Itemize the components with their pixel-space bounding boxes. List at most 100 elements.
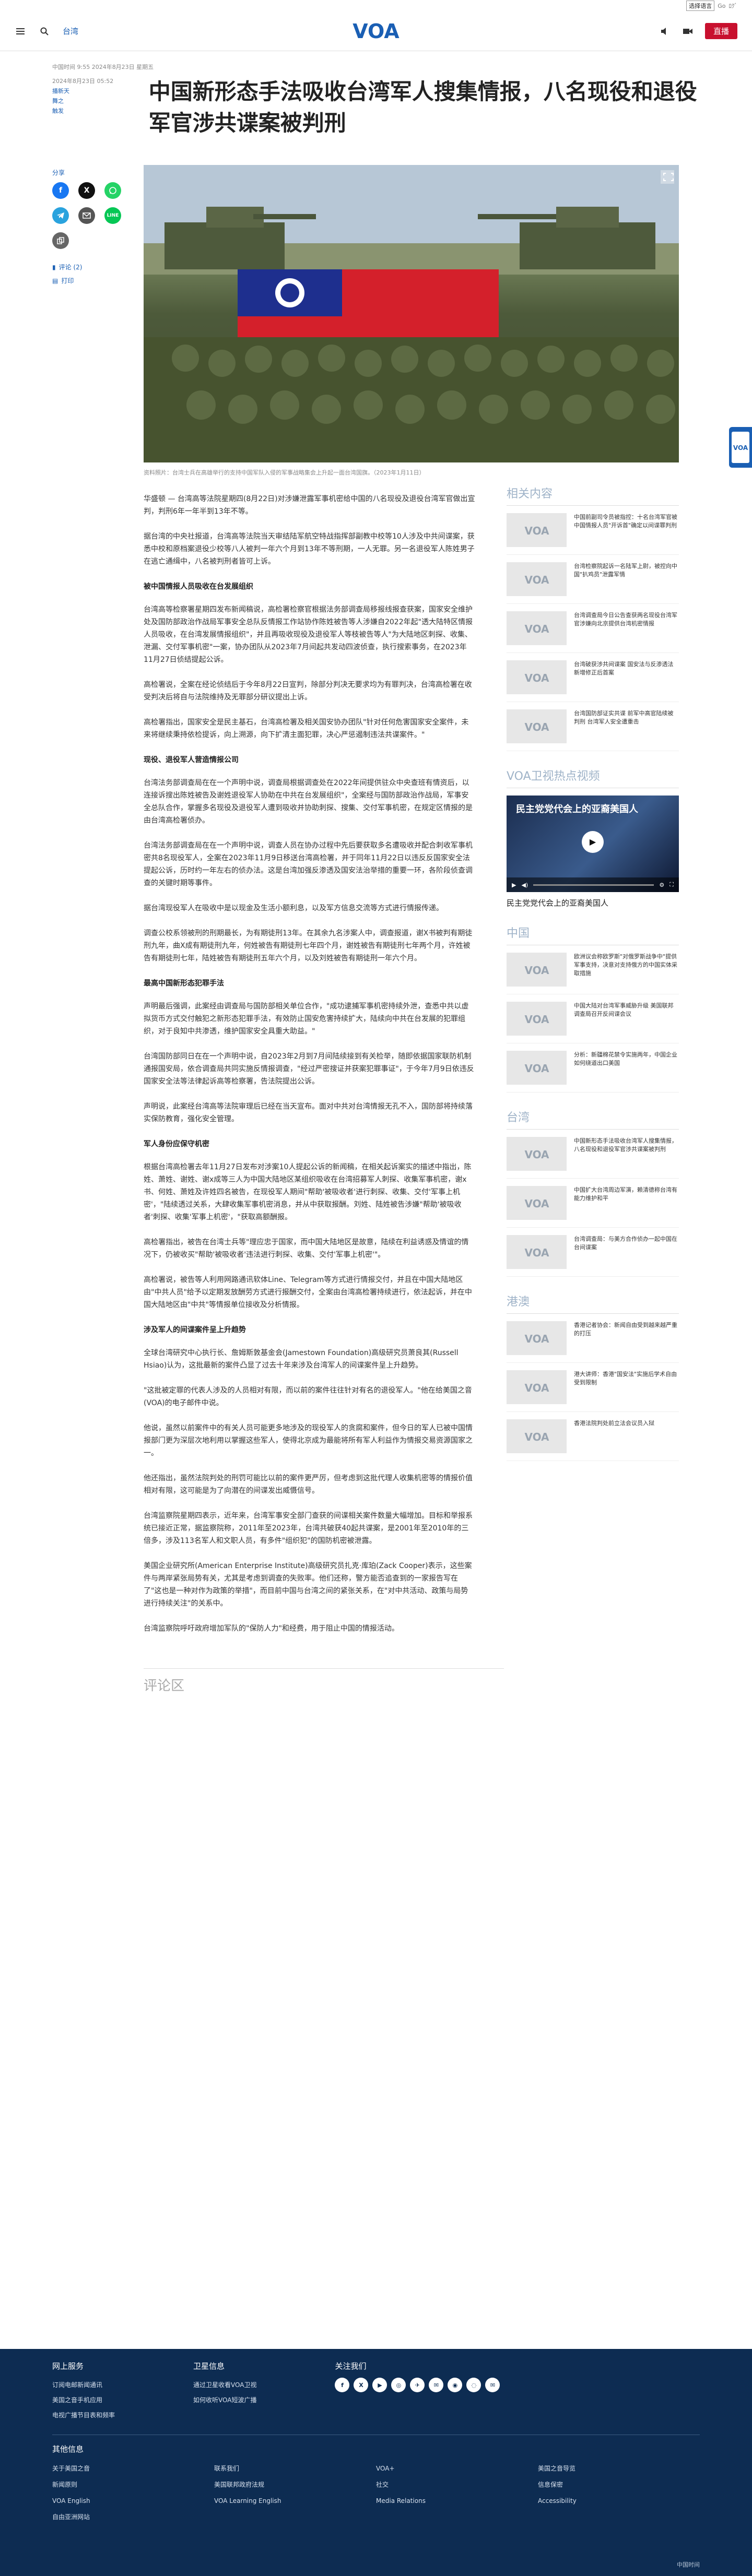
footer-other-link[interactable]: 美国之音导览	[538, 2461, 700, 2477]
live-button[interactable]: 直播	[704, 23, 737, 39]
print-link-label: 打印	[61, 277, 74, 284]
fullscreen-icon[interactable]: ⛶	[669, 881, 674, 888]
social-icon[interactable]: ◌	[466, 2378, 481, 2392]
sidebar-story[interactable]: VOA 香港法院判处前立法会议员入狱	[507, 1412, 679, 1461]
byline-link[interactable]: 触发	[52, 106, 128, 116]
footer-link[interactable]: 电视广播节目表和频率	[52, 2408, 115, 2423]
related-list: VOA 中国前副司令员被指控：十名台湾军官被中国情报人员"开诉首"确定以间谍罪判刑…	[507, 506, 679, 751]
thumb-logo-text: VOA	[524, 1013, 549, 1025]
print-link[interactable]: ▤ 打印	[52, 274, 144, 288]
footer-link[interactable]: 美国之音手机应用	[52, 2393, 115, 2408]
social-icon[interactable]: ✈	[410, 2378, 425, 2392]
social-icon[interactable]: ◉	[448, 2378, 463, 2392]
video-controls[interactable]: ▶ ◀) ⚙ ⛶	[507, 877, 679, 892]
article-paragraph: 声明最后强调，此案经由调查局与国防部相关单位合作，"成功逮捕军事机密持续外泄，查…	[144, 1002, 469, 1036]
footer-other-link[interactable]: 信息保密	[538, 2477, 700, 2493]
social-icon[interactable]: f	[335, 2378, 350, 2392]
thumb-logo-text: VOA	[524, 623, 549, 635]
footer-other-link[interactable]: 社交	[376, 2477, 538, 2493]
utility-link[interactable]: Go	[718, 3, 725, 9]
social-icon[interactable]: ◎	[391, 2378, 406, 2392]
byline-link[interactable]: 舞之	[52, 96, 128, 106]
section-heading: 最高中国新形态犯罪手法	[144, 979, 224, 988]
section-link[interactable]: 台湾	[63, 26, 78, 37]
x-icon[interactable]: X	[78, 182, 95, 199]
byline-link[interactable]: 播新天	[52, 86, 128, 96]
article-paragraph: "这批被定罪的代表人涉及的人员相对有限，而以前的案件往往针对有名的退役军人。"他…	[144, 1386, 472, 1407]
hongkong-title: 港澳	[507, 1292, 679, 1314]
story-title: 中国扩大台湾周边军演，赖清德称台湾有能力维护和平	[574, 1186, 677, 1202]
social-icon[interactable]: ▶	[372, 2378, 387, 2392]
voa-logo[interactable]: VOA	[347, 18, 405, 44]
story-thumbnail: VOA	[507, 1321, 567, 1355]
sidebar-story[interactable]: VOA 中国前副司令员被指控：十名台湾军官被中国情报人员"开诉首"确定以间谍罪判刑	[507, 506, 679, 555]
sidebar-story[interactable]: VOA 台湾检察院起诉一名陆军上尉，被控向中国"扒鸡员"泄露军情	[507, 555, 679, 604]
footer-other-link[interactable]: VOA English	[52, 2493, 214, 2509]
audio-icon[interactable]	[659, 26, 671, 37]
sidebar: 相关内容 VOA 中国前副司令员被指控：十名台湾军官被中国情报人员"开诉首"确定以…	[507, 484, 679, 1647]
story-title: 台湾检察院起诉一名陆军上尉，被控向中国"扒鸡员"泄露军情	[574, 563, 677, 578]
sidebar-story[interactable]: VOA 中国大陆对台湾军事威胁升级 美国联邦调查局召开反间谍会议	[507, 994, 679, 1043]
footer-other-link[interactable]: Media Relations	[376, 2493, 538, 2509]
footer-other-link[interactable]: VOA+	[376, 2461, 538, 2477]
article-paragraph: 高检署指出，国家安全是民主基石，台湾高检署及相关国安协办团队"针对任何危害国家安…	[144, 718, 469, 739]
footer-other-link[interactable]: 联系我们	[214, 2461, 376, 2477]
footer-other-link[interactable]: 自由亚洲网站	[52, 2509, 214, 2525]
footer-link[interactable]: 如何收听VOA短波广播	[193, 2393, 256, 2408]
footer-other-link[interactable]: 新闻原则	[52, 2477, 214, 2493]
language-select[interactable]: 选择语言	[686, 1, 715, 11]
telegram-icon[interactable]	[52, 207, 69, 224]
sidebar-story[interactable]: VOA 香港记者协会：新闻自由受到越来越严重的打压	[507, 1314, 679, 1363]
story-thumbnail: VOA	[507, 953, 567, 987]
footer-link[interactable]: 订阅电邮新闻通讯	[52, 2378, 115, 2393]
story-title: 中国新形态手法吸收台湾军人搜集情报，八名现役和退役军官涉共谍案被判刑	[574, 1137, 677, 1153]
footer-other-link[interactable]: 关于美国之音	[52, 2461, 214, 2477]
comments-link-label: 评论 (2)	[58, 264, 83, 271]
sidebar-story[interactable]: VOA 中国扩大台湾周边军演，赖清德称台湾有能力维护和平	[507, 1179, 679, 1228]
email-icon[interactable]	[78, 207, 95, 224]
social-icon[interactable]: ✉	[485, 2378, 500, 2392]
video-section-title: VOA卫视热点视频	[507, 767, 679, 788]
sidebar-story[interactable]: VOA 欧洲议会称欧罗斯"对俄罗斯战争中"提供军事支持，决意对支持俄方的中国实体采…	[507, 945, 679, 994]
sidebar-story[interactable]: VOA 中国新形态手法吸收台湾军人搜集情报，八名现役和退役军官涉共谍案被判刑	[507, 1130, 679, 1179]
utility-link[interactable]: ﾛｸﾞ	[729, 2, 738, 10]
copy-link-icon[interactable]	[52, 232, 69, 249]
video-icon[interactable]	[682, 26, 694, 37]
sidebar-story[interactable]: VOA 台湾调查局：与美方合作侦办一起中国在台间谍案	[507, 1228, 679, 1277]
footer-link[interactable]: 通过卫星收看VOA卫视	[193, 2378, 256, 2393]
site-footer: 网上服务 订阅电邮新闻通讯 美国之音手机应用 电视广播节目表和频率 卫星信息 通…	[0, 2349, 752, 2576]
video-progress[interactable]	[533, 884, 654, 886]
footer-other-link[interactable]: Accessibility	[538, 2493, 700, 2509]
sidebar-story[interactable]: VOA 分析：新疆棉花禁令实施两年，中国企业如何绕道出口美国	[507, 1043, 679, 1093]
story-thumbnail: VOA	[507, 1002, 567, 1036]
footer-other-link[interactable]: 美国联邦政府法规	[214, 2477, 376, 2493]
social-icon[interactable]: ✉	[429, 2378, 444, 2392]
play-icon[interactable]: ▶	[582, 830, 604, 853]
sidebar-story[interactable]: VOA 台湾国防部证实共谍 前军中高官陆续被判刑 台湾军人安全遭重击	[507, 702, 679, 751]
lead-photo-illustration	[144, 165, 679, 462]
print-icon: ▤	[52, 277, 58, 284]
sidebar-story[interactable]: VOA 港大讲师：香港"国安法"实施后学术自由受到限制	[507, 1363, 679, 1412]
site-header: 台湾 VOA 直播	[0, 11, 752, 51]
search-icon[interactable]	[39, 26, 50, 37]
facebook-icon[interactable]: f	[52, 182, 69, 199]
whatsapp-icon[interactable]	[104, 182, 121, 199]
story-title: 中国前副司令员被指控：十名台湾军官被中国情报人员"开诉首"确定以间谍罪判刑	[574, 514, 677, 529]
menu-icon[interactable]	[15, 26, 26, 37]
sidebar-story[interactable]: VOA 台湾破获涉共间谍案 国安法与反渗透法新增修正后首案	[507, 653, 679, 702]
social-icon[interactable]: X	[354, 2378, 369, 2392]
floating-voa-tab[interactable]: VOA	[729, 427, 752, 468]
video-player[interactable]: 民主党党代会上的亚裔美国人 ▶ ▶ ◀) ⚙ ⛶	[507, 796, 679, 892]
video-caption[interactable]: 民主党党代会上的亚裔美国人	[507, 897, 679, 908]
play-small-icon[interactable]: ▶	[512, 882, 516, 888]
sidebar-story[interactable]: VOA 台湾调查局今日公告查获两名现役台湾军官涉嫌向北京提供台湾机密情报	[507, 604, 679, 653]
related-title: 相关内容	[507, 484, 679, 506]
footer-copyright: 中国时间	[677, 2561, 700, 2568]
line-icon[interactable]: LINE	[104, 207, 121, 224]
volume-icon[interactable]: ◀)	[521, 882, 528, 888]
settings-icon[interactable]: ⚙	[659, 882, 664, 888]
footer-col-title: 卫星信息	[193, 2361, 225, 2371]
footer-other-link[interactable]: VOA Learning English	[214, 2493, 376, 2509]
article-paragraph: 声明说，此案经台湾高等法院审理后已经在当天宣布。面对中共对台湾情报无孔不入，国防…	[144, 1102, 473, 1123]
comments-link[interactable]: ▮ 评论 (2)	[52, 260, 144, 274]
